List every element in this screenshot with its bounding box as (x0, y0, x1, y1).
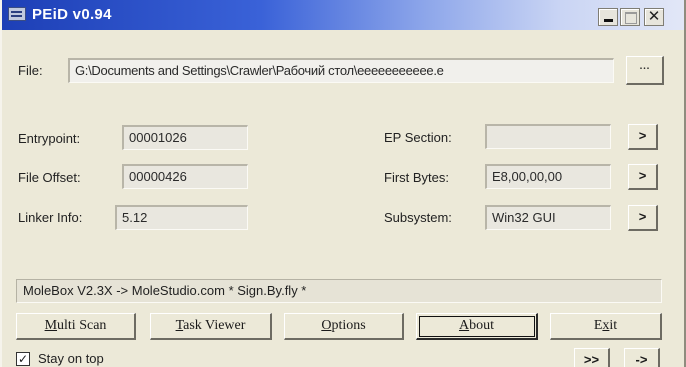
app-icon (8, 7, 26, 21)
exit-label: it (609, 318, 618, 333)
scan-result-field[interactable]: MoleBox V2.3X -> MoleStudio.com * Sign.B… (16, 279, 662, 303)
subsystem-label: Subsystem: (384, 210, 452, 225)
options-button[interactable]: Options (284, 313, 404, 340)
file-label: File: (18, 63, 43, 78)
about-accel: A (458, 318, 470, 333)
entrypoint-field[interactable]: 00001026 (122, 125, 248, 150)
task-viewer-label: ask Viewer (183, 318, 246, 333)
exit-button[interactable]: Exit (550, 313, 662, 340)
multi-scan-button[interactable]: Multi Scan (16, 313, 136, 340)
stay-on-top-checkbox[interactable]: ✓ (16, 352, 30, 366)
ep-section-button[interactable]: > (628, 124, 658, 150)
more-button[interactable]: >> (574, 348, 610, 367)
options-accel: O (321, 318, 332, 333)
linker-info-field[interactable]: 5.12 (115, 205, 248, 230)
linker-info-label: Linker Info: (18, 210, 83, 225)
subsystem-field[interactable]: Win32 GUI (485, 205, 611, 230)
close-icon: ✕ (647, 8, 661, 25)
stay-on-top-label: Stay on top (38, 351, 104, 366)
file-path-field[interactable]: G:\Documents and Settings\Crawler\Рабочи… (68, 58, 614, 83)
first-bytes-field[interactable]: E8,00,00,00 (485, 164, 611, 189)
maximize-button[interactable] (620, 8, 640, 26)
minimize-button[interactable] (598, 8, 618, 26)
ep-section-field[interactable] (485, 124, 611, 149)
first-bytes-button[interactable]: > (628, 164, 658, 190)
subsystem-button[interactable]: > (628, 205, 658, 231)
task-viewer-button[interactable]: Task Viewer (150, 313, 272, 340)
browse-button[interactable]: ... (626, 56, 664, 85)
title-bar[interactable]: PEiD v0.94 ✕ (2, 0, 684, 30)
options-label: ptions (331, 318, 366, 333)
window-title: PEiD v0.94 (32, 6, 112, 23)
entrypoint-label: Entrypoint: (18, 131, 81, 146)
first-bytes-label: First Bytes: (384, 170, 450, 185)
close-button[interactable]: ✕ (644, 8, 664, 26)
about-label: bout (469, 318, 494, 333)
ep-section-label: EP Section: (384, 130, 452, 145)
multi-scan-accel: M (44, 318, 58, 333)
multi-scan-label: ulti Scan (57, 318, 107, 333)
peid-window: PEiD v0.94 ✕ File: G:\Documents and Sett… (0, 0, 686, 367)
task-viewer-accel: T (175, 318, 184, 333)
next-button[interactable]: -> (624, 348, 660, 367)
about-button[interactable]: About (416, 313, 538, 340)
file-offset-field[interactable]: 00000426 (122, 164, 248, 189)
file-offset-label: File Offset: (18, 170, 81, 185)
